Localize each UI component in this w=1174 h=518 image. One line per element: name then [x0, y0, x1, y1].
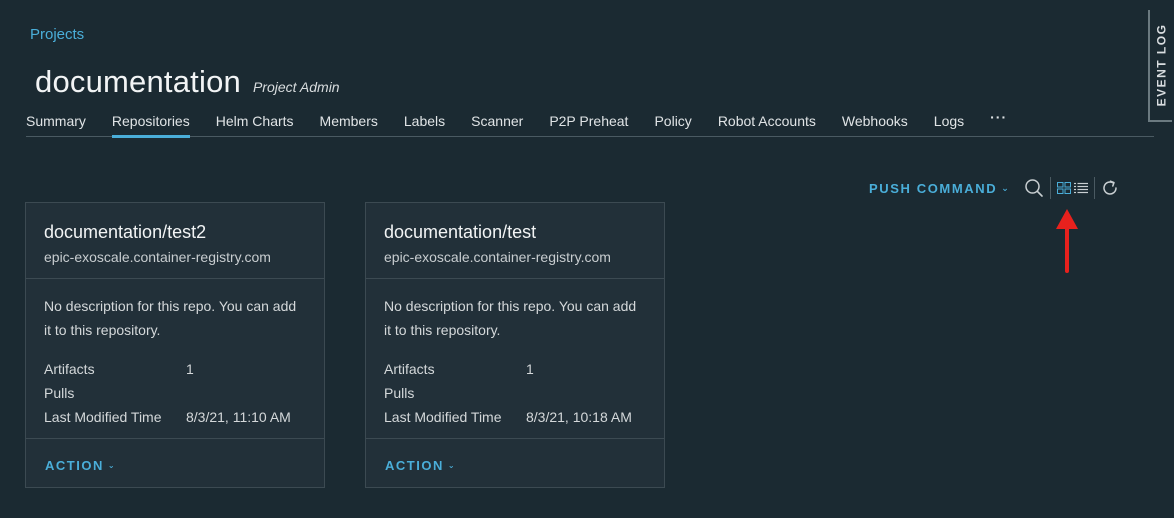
- meta-row-artifacts: Artifacts 1: [384, 357, 646, 381]
- artifacts-value: 1: [526, 361, 534, 377]
- meta-row-pulls: Pulls: [384, 381, 646, 405]
- refresh-icon[interactable]: [1101, 179, 1119, 197]
- push-command-label: PUSH COMMAND: [869, 180, 998, 196]
- event-log-tab[interactable]: EVENT LOG: [1148, 10, 1172, 122]
- list-view-icon[interactable]: [1074, 182, 1089, 194]
- repository-meta: Artifacts 1 Pulls Last Modified Time 8/3…: [384, 357, 646, 429]
- tab-labels[interactable]: Labels: [404, 110, 445, 137]
- pulls-label: Pulls: [44, 385, 75, 401]
- event-log-label: EVENT LOG: [1154, 23, 1168, 107]
- meta-row-modified: Last Modified Time 8/3/21, 11:10 AM: [44, 405, 306, 429]
- card-footer: ACTION ⌄: [26, 439, 324, 475]
- meta-row-pulls: Pulls: [44, 381, 306, 405]
- push-command-dropdown[interactable]: PUSH COMMAND ⌄: [869, 181, 1010, 196]
- tab-members[interactable]: Members: [320, 110, 378, 137]
- artifacts-label: Artifacts: [44, 361, 95, 377]
- card-body: No description for this repo. You can ad…: [366, 279, 664, 439]
- meta-row-modified: Last Modified Time 8/3/21, 10:18 AM: [384, 405, 646, 429]
- tab-robot-accounts[interactable]: Robot Accounts: [718, 110, 816, 137]
- project-role: Project Admin: [252, 79, 340, 95]
- action-dropdown[interactable]: ACTION ⌄: [45, 458, 116, 473]
- chevron-down-icon: ⌄: [1001, 182, 1011, 193]
- repository-card[interactable]: documentation/test2 epic-exoscale.contai…: [25, 202, 325, 488]
- page: Projects documentation Project Admin Sum…: [0, 0, 1174, 518]
- chevron-down-icon: ⌄: [447, 461, 457, 470]
- card-header: documentation/test epic-exoscale.contain…: [366, 203, 664, 279]
- modified-value: 8/3/21, 10:18 AM: [526, 409, 632, 425]
- toolbar-divider: [1050, 177, 1052, 199]
- repository-host: epic-exoscale.container-registry.com: [384, 249, 611, 265]
- artifacts-value: 1: [186, 361, 194, 377]
- action-label: ACTION: [385, 458, 444, 473]
- card-header: documentation/test2 epic-exoscale.contai…: [26, 203, 324, 279]
- artifacts-label: Artifacts: [384, 361, 435, 377]
- tab-webhooks[interactable]: Webhooks: [842, 110, 908, 137]
- repository-description: No description for this repo. You can ad…: [44, 298, 297, 338]
- card-view-icon[interactable]: [1057, 182, 1072, 194]
- title-row: documentation Project Admin: [35, 64, 340, 100]
- tab-repositories[interactable]: Repositories: [111, 110, 190, 138]
- tab-logs[interactable]: Logs: [934, 110, 964, 137]
- chevron-down-icon: ⌄: [107, 461, 117, 470]
- tab-p2p-preheat[interactable]: P2P Preheat: [549, 110, 628, 137]
- toolbar-divider: [1094, 177, 1096, 199]
- red-arrow-annotation-icon: [1056, 209, 1078, 273]
- repository-card[interactable]: documentation/test epic-exoscale.contain…: [365, 202, 665, 488]
- project-tabs: Summary Repositories Helm Charts Members…: [26, 109, 1154, 138]
- search-icon[interactable]: [1024, 178, 1044, 198]
- modified-label: Last Modified Time: [384, 409, 502, 425]
- repository-name[interactable]: documentation/test2: [44, 222, 306, 243]
- card-footer: ACTION ⌄: [366, 439, 664, 475]
- page-title: documentation: [35, 64, 241, 99]
- breadcrumb-projects[interactable]: Projects: [30, 26, 84, 43]
- repository-host: epic-exoscale.container-registry.com: [44, 249, 271, 265]
- repository-description: No description for this repo. You can ad…: [384, 298, 637, 338]
- action-label: ACTION: [45, 458, 104, 473]
- modified-label: Last Modified Time: [44, 409, 162, 425]
- card-body: No description for this repo. You can ad…: [26, 279, 324, 439]
- modified-value: 8/3/21, 11:10 AM: [186, 409, 291, 425]
- tab-summary[interactable]: Summary: [26, 110, 86, 137]
- tab-policy[interactable]: Policy: [654, 110, 691, 137]
- meta-row-artifacts: Artifacts 1: [44, 357, 306, 381]
- tab-scanner[interactable]: Scanner: [471, 110, 523, 137]
- repository-meta: Artifacts 1 Pulls Last Modified Time 8/3…: [44, 357, 306, 429]
- repository-name[interactable]: documentation/test: [384, 222, 646, 243]
- action-dropdown[interactable]: ACTION ⌄: [385, 458, 456, 473]
- tab-more-ellipsis[interactable]: ···: [990, 106, 1007, 133]
- tab-helm-charts[interactable]: Helm Charts: [216, 110, 294, 137]
- repo-toolbar: PUSH COMMAND ⌄: [869, 176, 1119, 200]
- pulls-label: Pulls: [384, 385, 415, 401]
